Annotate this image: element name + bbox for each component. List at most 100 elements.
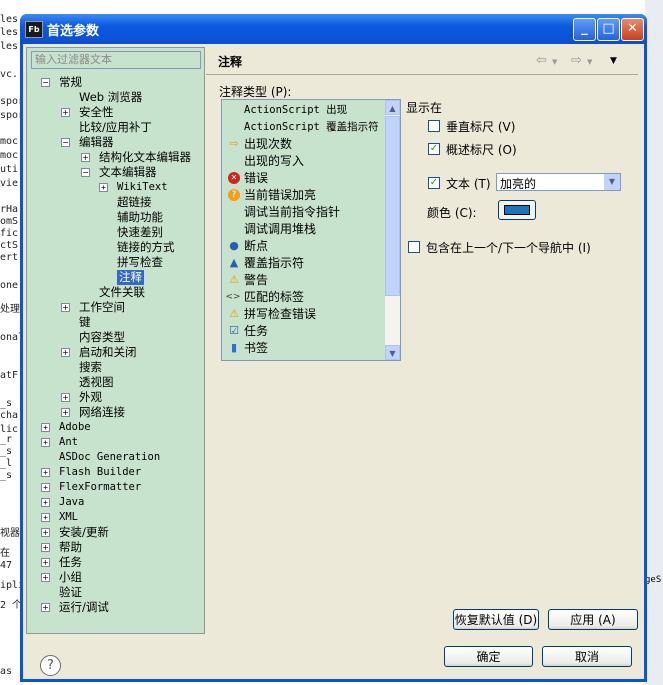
chevron-down-icon[interactable]: ▼ [604, 174, 620, 190]
tree-item[interactable]: 内容类型 [27, 330, 204, 345]
expand-icon[interactable]: + [41, 558, 50, 567]
title-bar[interactable]: Fb 首选参数 _ □ ✕ [20, 14, 647, 44]
tree-item[interactable]: 键 [27, 315, 204, 330]
color-picker-button[interactable] [498, 200, 536, 220]
annotation-type-item[interactable]: ▲ 覆盖指示符 [222, 255, 382, 272]
scroll-down-icon[interactable]: ▼ [385, 345, 400, 360]
expand-icon[interactable]: + [41, 528, 50, 537]
annotation-type-item[interactable]: 调试调用堆栈 [222, 221, 382, 238]
tree-item[interactable]: − 文本编辑器 [27, 165, 204, 180]
overview-ruler-checkbox[interactable]: ✓ [428, 143, 440, 155]
annotation-type-item[interactable]: ⚠ 警告 [222, 272, 382, 289]
annotation-type-item[interactable]: ⚠ 拼写检查错误 [222, 306, 382, 323]
view-menu-icon[interactable]: ▼ [610, 56, 617, 66]
tree-item[interactable]: + 工作空间 [27, 300, 204, 315]
annotation-type-item[interactable]: <> 匹配的标签 [222, 289, 382, 306]
tree-item[interactable]: + XML [27, 510, 204, 525]
tree-item[interactable]: ASDoc Generation [27, 450, 204, 465]
tree-item[interactable]: 文件关联 [27, 285, 204, 300]
tree-item[interactable]: + 小组 [27, 570, 204, 585]
expand-icon[interactable]: + [81, 153, 90, 162]
expand-icon[interactable]: + [41, 573, 50, 582]
tree-item[interactable]: + 运行/调试 [27, 600, 204, 615]
tree-item[interactable]: 透视图 [27, 375, 204, 390]
tree-item[interactable]: + 安装/更新 [27, 525, 204, 540]
expand-icon[interactable]: + [61, 393, 70, 402]
filter-input[interactable]: 输入过滤器文本 [31, 51, 201, 69]
tree-item[interactable]: 拼写检查 [27, 255, 204, 270]
expand-icon[interactable]: + [41, 438, 50, 447]
tree-item[interactable]: + 网络连接 [27, 405, 204, 420]
tree-item[interactable]: + 帮助 [27, 540, 204, 555]
tree-item[interactable]: + WikiText [27, 180, 204, 195]
annotation-type-item[interactable]: ▮ 书签 [222, 340, 382, 357]
annotation-type-item[interactable]: 出现的写入 [222, 153, 382, 170]
tree-item[interactable]: + 启动和关闭 [27, 345, 204, 360]
restore-defaults-button[interactable]: 恢复默认值 (D) [453, 609, 539, 630]
minimize-button[interactable]: _ [573, 18, 596, 41]
tree-item[interactable]: 搜索 [27, 360, 204, 375]
expand-icon[interactable]: + [41, 543, 50, 552]
collapse-icon[interactable]: − [81, 168, 90, 177]
annotation-type-item[interactable]: ☑ 任务 [222, 323, 382, 340]
expand-icon[interactable]: + [41, 513, 50, 522]
ok-button[interactable]: 确定 [444, 646, 533, 667]
help-icon[interactable]: ? [40, 655, 61, 676]
maximize-button[interactable]: □ [597, 18, 620, 41]
tree-item[interactable]: + Flash Builder [27, 465, 204, 480]
tree-item[interactable]: + 外观 [27, 390, 204, 405]
tree-item[interactable]: 比较/应用补丁 [27, 120, 204, 135]
apply-button[interactable]: 应用 (A) [548, 609, 638, 630]
tree-item[interactable]: + 结构化文本编辑器 [27, 150, 204, 165]
tree-item[interactable]: 辅助功能 [27, 210, 204, 225]
annotation-type-item[interactable]: ActionScript 覆盖指示符 [222, 119, 382, 136]
forward-arrow-icon[interactable]: ⇨ [571, 53, 582, 68]
expand-icon[interactable]: + [61, 108, 70, 117]
list-scrollbar[interactable]: ▲ ▼ [385, 100, 400, 360]
tree-item[interactable]: + Java [27, 495, 204, 510]
text-checkbox[interactable]: ✓ [428, 177, 440, 189]
text-style-select[interactable]: 加亮的 ▼ [496, 173, 621, 191]
annotation-type-item[interactable]: ? 当前错误加亮 [222, 187, 382, 204]
vertical-ruler-checkbox[interactable] [428, 120, 440, 132]
include-navigation-checkbox[interactable] [408, 241, 420, 253]
tree-item[interactable]: + 任务 [27, 555, 204, 570]
tree-item[interactable]: + 安全性 [27, 105, 204, 120]
tree-item[interactable]: + Ant [27, 435, 204, 450]
annotation-type-item[interactable]: ⇨ 出现次数 [222, 136, 382, 153]
expand-icon[interactable]: + [61, 348, 70, 357]
expand-icon[interactable]: + [61, 408, 70, 417]
expand-icon[interactable]: + [41, 423, 50, 432]
close-button[interactable]: ✕ [621, 18, 644, 41]
annotation-types-list[interactable]: ActionScript 出现 ActionScript 覆盖指示符 ⇨ 出现次数 出现… [221, 99, 401, 361]
back-menu-icon[interactable]: ▼ [552, 58, 557, 66]
expand-icon[interactable]: + [41, 468, 50, 477]
collapse-icon[interactable]: − [41, 78, 50, 87]
expand-icon[interactable]: + [99, 183, 108, 192]
cancel-button[interactable]: 取消 [542, 646, 632, 667]
tree-item[interactable]: + FlexFormatter [27, 480, 204, 495]
collapse-icon[interactable]: − [61, 138, 70, 147]
tree-item[interactable]: 验证 [27, 585, 204, 600]
tree-item[interactable]: 超链接 [27, 195, 204, 210]
tree-item[interactable]: 快速差别 [27, 225, 204, 240]
annotation-type-item[interactable]: ✕ 错误 [222, 170, 382, 187]
tree-item[interactable]: + Adobe [27, 420, 204, 435]
annotation-type-item[interactable]: 调试当前指令指针 [222, 204, 382, 221]
tree-item[interactable]: Web 浏览器 [27, 90, 204, 105]
scroll-up-icon[interactable]: ▲ [385, 100, 400, 115]
annotation-type-item[interactable]: ActionScript 出现 [222, 102, 382, 119]
tree-item-label: 拼写检查 [117, 255, 163, 269]
tree-item[interactable]: − 常规 [27, 75, 204, 90]
tree-item[interactable]: − 编辑器 [27, 135, 204, 150]
expand-icon[interactable]: + [41, 498, 50, 507]
forward-menu-icon[interactable]: ▼ [587, 58, 592, 66]
expand-icon[interactable]: + [41, 483, 50, 492]
back-arrow-icon[interactable]: ⇦ [536, 53, 547, 68]
tree-item[interactable]: 链接的方式 [27, 240, 204, 255]
annotation-type-item[interactable]: ● 断点 [222, 238, 382, 255]
expand-icon[interactable]: + [61, 303, 70, 312]
expand-icon[interactable]: + [41, 603, 50, 612]
scroll-thumb[interactable] [385, 116, 400, 296]
tree-item[interactable]: 注释 [27, 270, 204, 285]
